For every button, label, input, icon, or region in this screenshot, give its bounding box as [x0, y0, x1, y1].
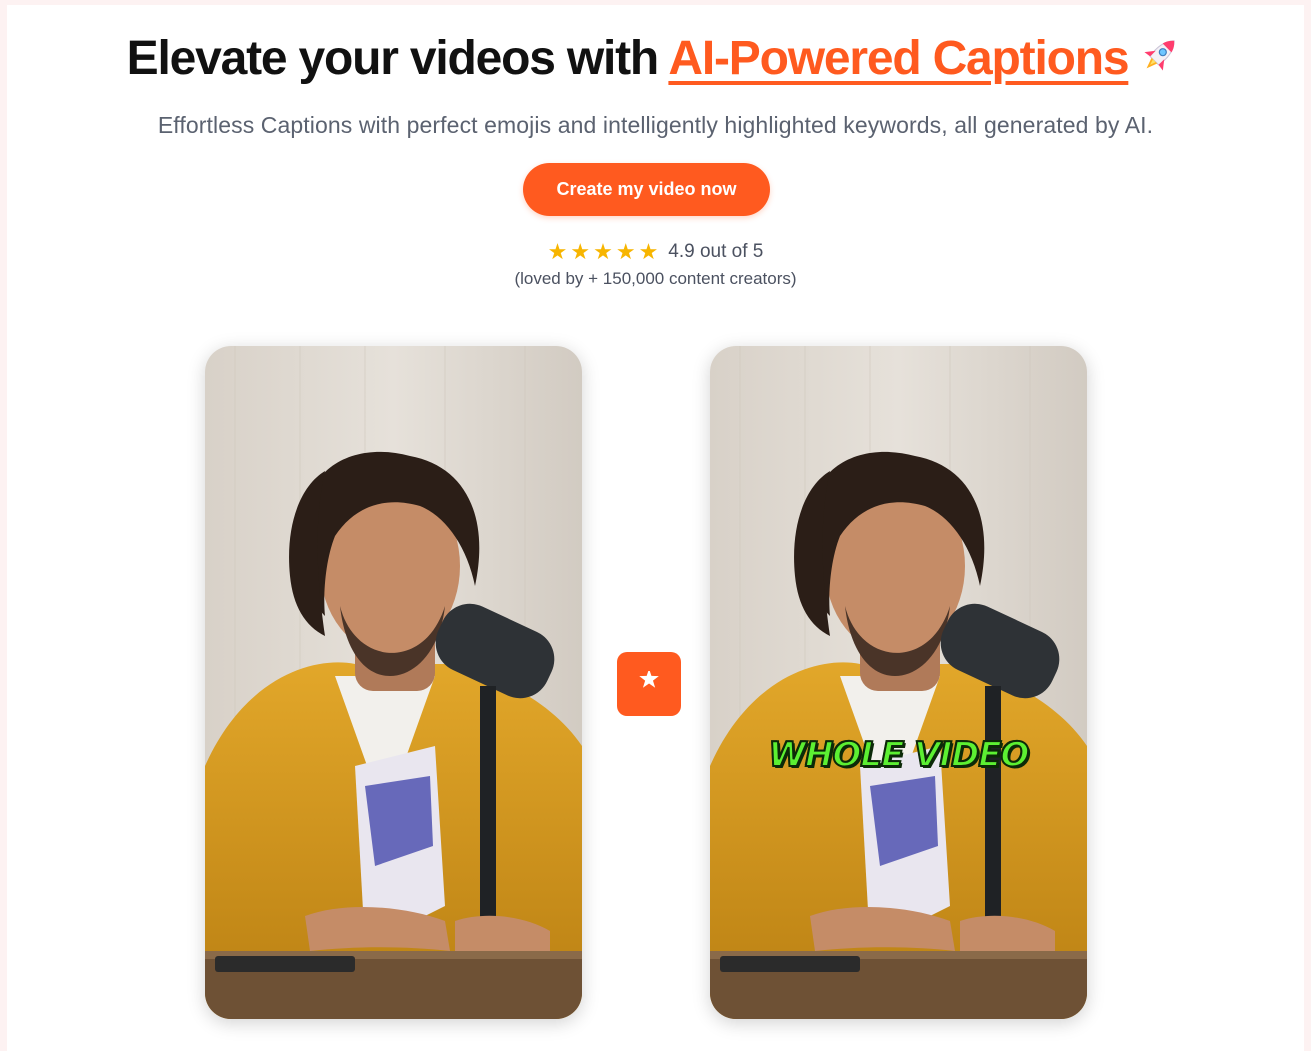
hero-title-prefix: Elevate your videos with: [126, 32, 669, 85]
star-icon: ★: [638, 239, 659, 264]
star-icon: ★: [593, 239, 613, 264]
rocket-icon: [1136, 31, 1184, 91]
hero-title-accent: AI-Powered Captions: [668, 32, 1129, 85]
rating-row: ★ ★ ★ ★ ★ 4.9 out of 5: [7, 241, 1304, 263]
rating-stars: ★ ★ ★ ★ ★: [548, 241, 659, 263]
video-before[interactable]: [205, 346, 582, 1019]
landing-page: Elevate your videos with AI-Powered Capt…: [7, 5, 1304, 1051]
star-icon: ★: [615, 239, 636, 264]
create-video-button[interactable]: Create my video now: [523, 163, 770, 216]
sparkle-icon: [639, 671, 659, 688]
rating-score: 4.9 out of 5: [668, 241, 764, 262]
hero-title: Elevate your videos with AI-Powered Capt…: [7, 31, 1304, 91]
podcast-person-image: [205, 346, 582, 1019]
podcast-person-image: [710, 346, 1087, 1019]
loved-by-text: (loved by + 150,000 content creators): [514, 269, 797, 288]
video-after[interactable]: WHOLE VIDEO: [710, 346, 1087, 1019]
star-icon: ★: [547, 239, 568, 264]
sparkle-transform-button[interactable]: [617, 652, 681, 716]
hero-subtitle: Effortless Captions with perfect emojis …: [157, 112, 1154, 138]
star-icon: ★: [570, 239, 591, 264]
